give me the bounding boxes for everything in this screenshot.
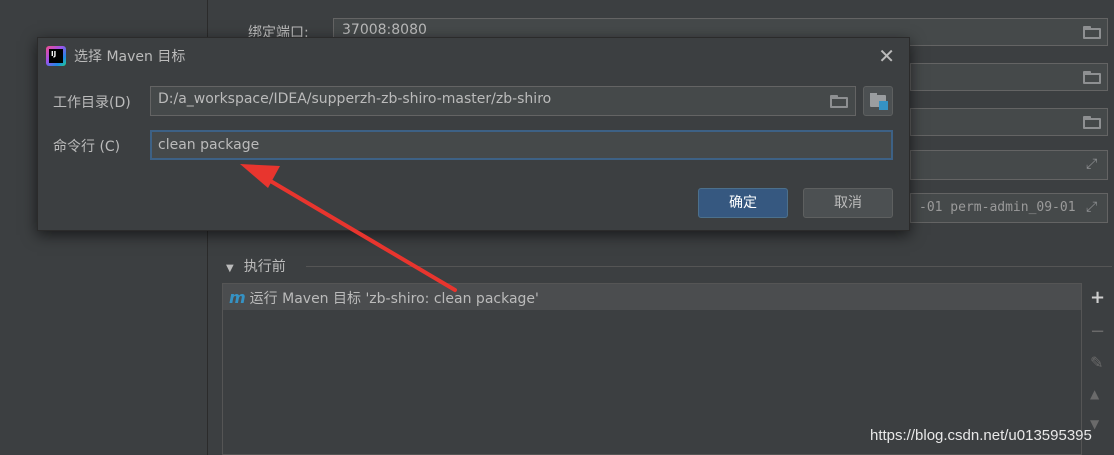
watermark: https://blog.csdn.net/u013595395 [870,427,1092,444]
bg-cmd-field[interactable]: -01 perm-admin_09-01 [910,193,1108,223]
bg-field-2[interactable] [910,63,1108,91]
before-launch-header[interactable]: ▼ 执行前 [226,256,286,276]
close-icon[interactable]: ✕ [878,44,895,68]
maven-icon: m [229,288,246,307]
intellij-app-icon: IJ [46,46,66,66]
remove-icon[interactable]: − [1090,321,1105,342]
browse-folder-button[interactable] [863,86,893,116]
section-divider [306,266,1112,267]
maven-goal-dialog: IJ 选择 Maven 目标 ✕ 工作目录(D) D:/a_workspace/I… [37,37,910,231]
bg-cmd-value: -01 perm-admin_09-01 [919,200,1076,215]
collapse-triangle-icon[interactable]: ▼ [226,263,234,274]
bg-field-4[interactable] [910,150,1108,180]
add-icon[interactable]: + [1090,287,1105,308]
cancel-button[interactable]: 取消 [803,188,893,218]
expand-icon[interactable]: ⤢ [1086,156,1097,172]
ok-button[interactable]: 确定 [698,188,788,218]
command-line-input[interactable] [150,130,893,160]
workdir-label: 工作目录(D) [53,95,131,111]
folder-icon[interactable] [1083,71,1101,84]
bg-field-3[interactable] [910,108,1108,136]
folder-icon[interactable] [1083,26,1101,39]
task-row[interactable]: m 运行 Maven 目标 'zb-shiro: clean package' [223,284,1081,310]
cmd-label: 命令行 (C) [53,139,121,155]
folder-icon[interactable] [1083,116,1101,129]
edit-icon[interactable]: ✎ [1090,353,1103,372]
dialog-title-bar: IJ 选择 Maven 目标 [38,38,909,72]
before-launch-title: 执行前 [243,259,286,275]
expand-icon[interactable]: ⤢ [1086,199,1097,215]
task-label: 运行 Maven 目标 'zb-shiro: clean package' [249,291,539,307]
workdir-value: D:/a_workspace/IDEA/supperzh-zb-shiro-ma… [158,91,552,107]
port-value: 37008:8080 [342,22,427,38]
folder-icon[interactable] [830,95,848,108]
move-up-icon[interactable]: ▲ [1090,387,1099,401]
workdir-field[interactable]: D:/a_workspace/IDEA/supperzh-zb-shiro-ma… [150,86,856,116]
dialog-title: 选择 Maven 目标 [74,49,186,65]
